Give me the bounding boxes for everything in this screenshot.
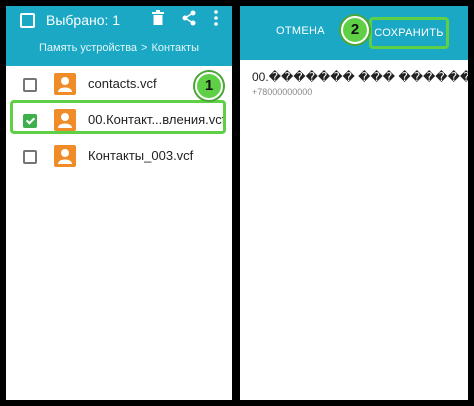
select-all-checkbox-icon[interactable]: [20, 13, 35, 28]
cancel-button[interactable]: ОТМЕНА: [276, 25, 325, 37]
person-icon: [54, 73, 76, 95]
person-icon: [54, 145, 76, 167]
file-checkbox[interactable]: [23, 78, 37, 92]
breadcrumb: Память устройства > Контакты: [6, 42, 232, 54]
delete-icon[interactable]: [152, 10, 164, 26]
contact-phone: +78000000000: [252, 87, 313, 97]
step-badge-1: 1: [195, 72, 223, 100]
selection-count-title: Выбрано: 1: [46, 12, 121, 28]
breadcrumb-separator: >: [141, 42, 148, 54]
toolbar-row: Выбрано: 1: [6, 6, 232, 36]
share-icon[interactable]: [182, 10, 196, 26]
file-name: contacts.vcf: [88, 76, 157, 91]
contact-name: 00.������� ��� ������...: [252, 70, 468, 84]
file-picker-appbar: Выбрано: 1 Память устройства > Контакты: [6, 6, 232, 66]
file-checkbox[interactable]: [23, 150, 37, 164]
contact-preview-screen: ОТМЕНА СОХРАНИТЬ 00.������� ��� ������..…: [240, 6, 468, 400]
selected-item-highlight: [10, 100, 226, 134]
breadcrumb-current[interactable]: Контакты: [151, 42, 199, 54]
save-button[interactable]: СОХРАНИТЬ: [369, 17, 449, 49]
file-name: Контакты_003.vcf: [88, 148, 194, 163]
breadcrumb-root[interactable]: Память устройства: [39, 42, 137, 54]
file-picker-screen: Выбрано: 1 Память устройства > Контакты co…: [6, 6, 232, 400]
contact-entry[interactable]: 00.������� ��� ������... +78000000000: [252, 70, 468, 97]
list-item[interactable]: Контакты_003.vcf: [6, 138, 232, 174]
more-vert-icon[interactable]: [214, 10, 218, 26]
step-badge-2: 2: [341, 16, 369, 44]
